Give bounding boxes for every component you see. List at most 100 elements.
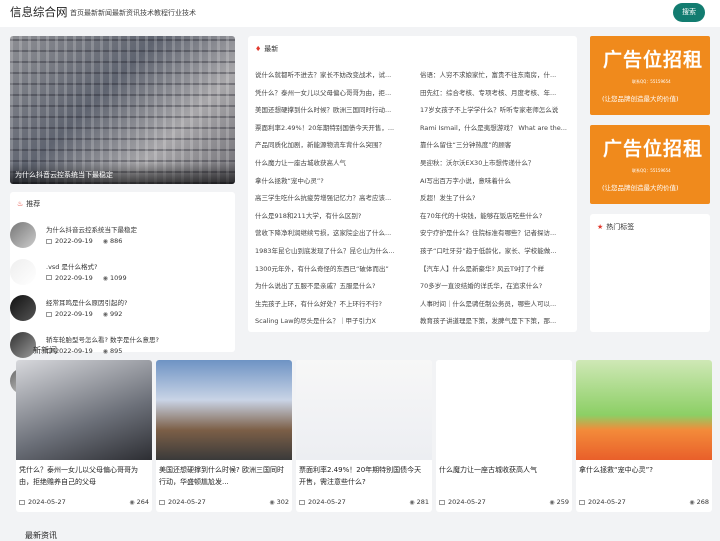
views-icon: ◉ bbox=[409, 499, 415, 506]
news-card[interactable]: 凭什么？泰州一女儿以父母偏心哥哥为由，拒绝赡养自己的父母 2024-05-27 ◉ 2… bbox=[16, 360, 152, 512]
news-link[interactable]: 70多岁一直没结婚的详氏华，在追求什么? bbox=[420, 280, 572, 290]
calendar-icon bbox=[579, 499, 585, 505]
recommend-date: 2022-09-19 bbox=[55, 273, 93, 282]
news-card-views: ◉ 268 bbox=[689, 498, 709, 506]
news-link[interactable]: 为什么说出了五服不是亲戚？五服是什么? bbox=[255, 280, 407, 290]
news-link[interactable]: 什么魔力让一座古城收获高人气 bbox=[255, 157, 407, 167]
news-link[interactable]: Rami Ismail，什么是夷想游戏？ What are the... bbox=[420, 122, 572, 132]
news-link[interactable]: 1300元年外，有什么奇怪的东西已“破体而出” bbox=[255, 263, 407, 273]
hot-tags-heading: ★ 热门标签 bbox=[597, 223, 635, 231]
calendar-icon bbox=[159, 499, 165, 505]
news-link[interactable]: 产品同质化加剧，新能源物流车背什么突围？ bbox=[255, 139, 407, 149]
news-card-title[interactable]: 拿什么拯救“宠中心灵”? bbox=[579, 464, 707, 476]
news-link[interactable]: 在70年代的十块钱，能够在饭店吃些什么? bbox=[420, 210, 572, 220]
news-card-views: ◉ 302 bbox=[269, 498, 289, 506]
ad-qq-text: 联系QQ：55159654 bbox=[632, 79, 671, 84]
recommend-title[interactable]: .vsd 是什么格式? bbox=[46, 261, 97, 271]
news-link[interactable]: 说什么就都听不进去？家长不妨改变战术，试... bbox=[255, 69, 407, 79]
latest-heading: ♦ 最新 bbox=[255, 45, 279, 53]
news-card-title[interactable]: 凭什么？泰州一女儿以父母偏心哥哥为由，拒绝赡养自己的父母 bbox=[19, 464, 147, 488]
search-button[interactable]: 搜索 bbox=[673, 3, 705, 22]
recommend-date: 2022-09-19 bbox=[55, 346, 93, 355]
news-card-title[interactable]: 票面利率2.49%！20年期特别国债今天开售，需注意些什么? bbox=[299, 464, 427, 488]
latest-news-panel: ♦ 最新 说什么就都听不进去？家长不妨改变战术，试... 凭什么？泰州一女儿以父母偏… bbox=[248, 36, 577, 332]
calendar-icon bbox=[46, 275, 52, 280]
news-link[interactable]: 票面利率2.49%！20年期特别国债今天开售，... bbox=[255, 122, 407, 132]
news-link[interactable]: AI写出百万字小说，意味着什么 bbox=[420, 175, 572, 185]
views-icon: ◉ bbox=[102, 311, 109, 318]
news-link[interactable]: 安宁疗护是什么？住院标准有哪些？记者探访... bbox=[420, 227, 572, 237]
news-link[interactable]: 什么是918和211大学，有什么区别? bbox=[255, 210, 407, 220]
news-card-image[interactable] bbox=[576, 360, 712, 460]
recommend-title[interactable]: 为什么抖音云控系统当下最稳定 bbox=[46, 224, 137, 234]
recommend-thumbnail[interactable] bbox=[10, 222, 36, 248]
news-card[interactable]: 拿什么拯救“宠中心灵”? 2024-05-27 ◉ 268 bbox=[576, 360, 712, 512]
recommend-panel: ♨ 推荐 为什么抖音云控系统当下最稳定 2022-09-19 ◉ 886 .vsd 是什么… bbox=[10, 192, 235, 394]
news-link[interactable]: 生完孩子上环，有什么好处？不上环行不行? bbox=[255, 298, 407, 308]
ad-banner-2[interactable]: 广告位招租 联系QQ：55159654 (让您品牌创造最大的价值) bbox=[590, 125, 710, 204]
calendar-icon bbox=[299, 499, 305, 505]
news-card[interactable]: 票面利率2.49%！20年期特别国债今天开售，需注意些什么? 2024-05-27… bbox=[296, 360, 432, 512]
news-card-image[interactable] bbox=[16, 360, 152, 460]
views-icon: ◉ bbox=[102, 347, 109, 355]
news-link[interactable]: 高三学生吃什么抗疲劳增强记忆力？高考应该... bbox=[255, 192, 407, 202]
recommend-title[interactable]: 经常耳鸣是什么原因引起的? bbox=[46, 297, 127, 307]
hot-tags-panel: ★ 热门标签 bbox=[590, 214, 710, 332]
recommend-item[interactable]: .vsd 是什么格式? 2022-09-19 ◉ 1099 bbox=[10, 258, 235, 295]
news-link[interactable]: 反超！发生了什么? bbox=[420, 192, 572, 202]
ad-qq-text: 联系QQ：55159654 bbox=[632, 168, 671, 173]
news-link[interactable]: 人事时间｜什么是骋任制公务员，哪些人可以... bbox=[420, 298, 572, 308]
ad-slogan: (让您品牌创造最大的价值) bbox=[602, 95, 679, 103]
recommend-title[interactable]: 轿车轮胎型号怎么看? 数字是什么意思? bbox=[46, 334, 159, 344]
news-card-date: 2024-05-27 bbox=[299, 498, 346, 506]
latest-info-heading: 最新资讯 bbox=[25, 531, 57, 540]
news-link[interactable]: 吴迎秋：沃尔沃EX30上市想传递什么？ bbox=[420, 157, 572, 167]
news-link[interactable]: 【汽车人】什么是新豪华? 风云T9打了个样 bbox=[420, 263, 572, 273]
hero-caption[interactable]: 为什么抖音云控系统当下最稳定 bbox=[10, 162, 235, 184]
news-card-views: ◉ 281 bbox=[409, 498, 429, 506]
news-card[interactable]: 美国还想硬撑到什么时候? 欧洲三国同时行动，华盛顿尴尬发... 2024-05-2… bbox=[156, 360, 292, 512]
recommend-meta: 2022-09-19 ◉ 992 bbox=[46, 310, 122, 318]
recommend-views: 895 bbox=[110, 346, 123, 355]
recommend-date: 2022-09-19 bbox=[55, 310, 93, 318]
news-link[interactable]: 孩子“口吐牙芬”趋于低龄化，家长、学校能做... bbox=[420, 245, 572, 255]
recommend-item[interactable]: 为什么抖音云控系统当下最稳定 2022-09-19 ◉ 886 bbox=[10, 222, 235, 258]
news-link[interactable]: 田先红：综合考核、专项考核、月度考核、年... bbox=[420, 87, 572, 97]
news-link[interactable]: 拿什么拯救“宠中心灵”? bbox=[255, 175, 407, 185]
news-card-image[interactable] bbox=[296, 360, 432, 460]
news-card-image[interactable] bbox=[156, 360, 292, 460]
calendar-icon bbox=[19, 499, 25, 505]
views-icon: ◉ bbox=[549, 499, 555, 506]
recommend-item[interactable]: 经常耳鸣是什么原因引起的? 2022-09-19 ◉ 992 bbox=[10, 295, 235, 331]
views-icon: ◉ bbox=[689, 499, 695, 506]
ad-banner-1[interactable]: 广告位招租 联系QQ：55159654 (让您品牌创造最大的价值) bbox=[590, 36, 710, 115]
news-link[interactable]: 营收下降净利润继续亏损，这家院企出了什么... bbox=[255, 227, 407, 237]
news-card-date: 2024-05-27 bbox=[439, 498, 486, 506]
recommend-date: 2022-09-19 bbox=[55, 237, 93, 245]
header-bar: 信息综合网 首页最新新闻最新资讯技术教程行业技术 搜索 bbox=[0, 0, 720, 27]
news-link[interactable]: 俗语：人穷不求娘家忙，富贵不往东南房，什... bbox=[420, 69, 572, 79]
diamond-icon: ♦ bbox=[255, 45, 262, 53]
news-link[interactable]: 美国还想硬撑到什么时候？欧洲三国同时行动... bbox=[255, 104, 407, 114]
recommend-views: 1099 bbox=[110, 273, 127, 282]
news-link[interactable]: 教育孩子讲道理是下策，发脾气是下下策，那... bbox=[420, 315, 572, 325]
recommend-heading: ♨ 推荐 bbox=[17, 200, 41, 208]
news-card-title[interactable]: 美国还想硬撑到什么时候? 欧洲三国同时行动，华盛顿尴尬发... bbox=[159, 464, 287, 488]
calendar-icon bbox=[46, 238, 52, 244]
news-card-image[interactable] bbox=[436, 360, 572, 460]
ad-main-text: 广告位招租 bbox=[603, 49, 704, 71]
recommend-views: 992 bbox=[110, 310, 123, 318]
recommend-thumbnail[interactable] bbox=[10, 295, 36, 321]
news-card-title[interactable]: 什么魔力让一座古城收获高人气 bbox=[439, 464, 567, 476]
views-icon: ◉ bbox=[102, 274, 109, 282]
recommend-thumbnail[interactable] bbox=[10, 258, 36, 285]
news-link[interactable]: Scaling Law的尽头是什么？｜甲子引力X bbox=[255, 315, 407, 325]
news-card[interactable]: 什么魔力让一座古城收获高人气 2024-05-27 ◉ 259 bbox=[436, 360, 572, 512]
site-title[interactable]: 信息综合网 bbox=[10, 4, 68, 20]
news-link[interactable]: 靠什么留住“三分钟热度”的顾客 bbox=[420, 139, 572, 149]
hero-image-card[interactable]: 为什么抖音云控系统当下最稳定 bbox=[10, 36, 235, 184]
views-icon: ◉ bbox=[269, 499, 275, 506]
news-link[interactable]: 1983年昆仑山到底发现了什么？昆仑山为什么... bbox=[255, 245, 407, 255]
news-link[interactable]: 凭什么？泰州一女儿以父母偏心哥哥为由，拒... bbox=[255, 87, 407, 97]
news-link[interactable]: 17岁女孩子不上学学什么？听听专家老师怎么说 bbox=[420, 104, 572, 114]
